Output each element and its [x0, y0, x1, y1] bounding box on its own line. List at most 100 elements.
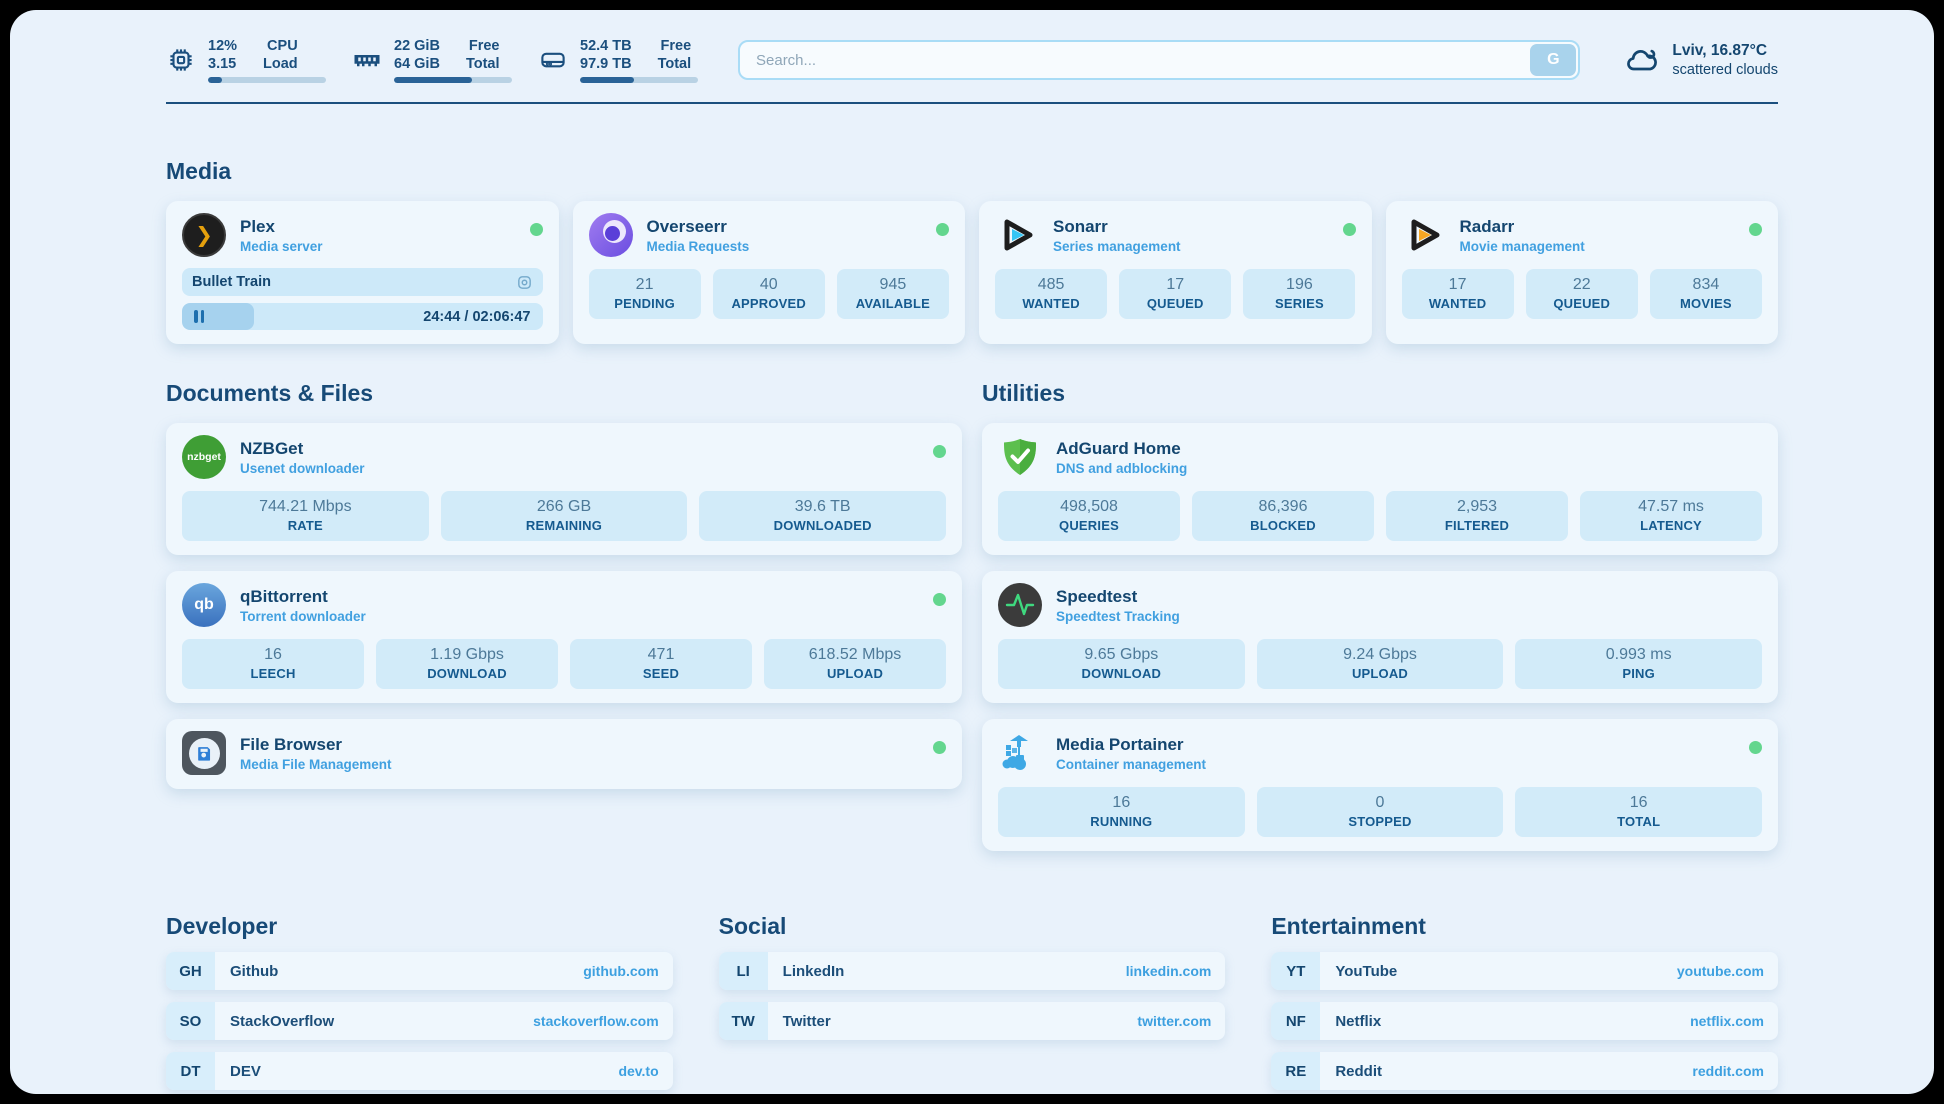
disk-free-label: Free: [661, 37, 692, 55]
cpu-label: CPU: [267, 37, 298, 55]
bookmark-group-entertainment: Entertainment YT YouTube youtube.com NF …: [1271, 913, 1778, 1090]
bookmark-group-developer: Developer GH Github github.com SO StackO…: [166, 913, 673, 1090]
overseerr-icon: [589, 213, 633, 257]
stat-pill: 834MOVIES: [1650, 269, 1762, 319]
ram-free-label: Free: [469, 37, 500, 55]
bookmark-abbr: YT: [1271, 952, 1320, 990]
app-card-overseerr[interactable]: Overseerr Media Requests 21PENDING 40APP…: [573, 201, 966, 344]
speedtest-icon: [998, 583, 1042, 627]
bookmark-url: dev.to: [618, 1063, 658, 1079]
cpu-percent: 12%: [208, 37, 237, 55]
session-settings-icon[interactable]: [516, 274, 533, 291]
bookmark-group-social: Social LI LinkedIn linkedin.com TW Twitt…: [719, 913, 1226, 1090]
ram-progress-bar: [394, 77, 512, 83]
bookmark-linkedin[interactable]: LI LinkedIn linkedin.com: [719, 952, 1226, 990]
disk-stat: 52.4 TB 97.9 TB Free Total: [538, 37, 698, 83]
bookmark-github[interactable]: GH Github github.com: [166, 952, 673, 990]
status-dot: [530, 223, 543, 236]
app-subtitle: Media server: [240, 239, 323, 254]
stat-pill: 1.19 GbpsDOWNLOAD: [376, 639, 558, 689]
bookmark-group-title: Entertainment: [1271, 913, 1778, 940]
ram-total-label: Total: [466, 55, 500, 73]
bookmark-name: YouTube: [1335, 963, 1397, 980]
stat-pill: 9.65 GbpsDOWNLOAD: [998, 639, 1245, 689]
search-container: G: [738, 40, 1580, 80]
app-card-speedtest[interactable]: Speedtest Speedtest Tracking 9.65 GbpsDO…: [982, 571, 1778, 703]
top-bar: 12% 3.15 CPU Load: [166, 34, 1778, 86]
bookmark-dev[interactable]: DT DEV dev.to: [166, 1052, 673, 1090]
cpu-progress-bar: [208, 77, 326, 83]
ram-stat: 22 GiB 64 GiB Free Total: [352, 37, 512, 83]
stat-pill: 9.24 GbpsUPLOAD: [1257, 639, 1504, 689]
app-subtitle: Media Requests: [647, 239, 750, 254]
documents-column: Documents & Files nzbget NZBGet Usenet d…: [166, 380, 962, 789]
bookmark-url: youtube.com: [1677, 963, 1764, 979]
status-dot: [1749, 223, 1762, 236]
app-card-qbittorrent[interactable]: qb qBittorrent Torrent downloader 16LEEC…: [166, 571, 962, 703]
section-title-media: Media: [166, 158, 1778, 185]
app-card-nzbget[interactable]: nzbget NZBGet Usenet downloader 744.21 M…: [166, 423, 962, 555]
app-card-filebrowser[interactable]: File Browser Media File Management: [166, 719, 962, 789]
topbar-divider: [166, 102, 1778, 104]
app-card-plex[interactable]: ❯ Plex Media server Bullet Train 24:44 /…: [166, 201, 559, 344]
playback-time: 24:44 / 02:06:47: [423, 309, 530, 325]
stat-pill: 618.52 MbpsUPLOAD: [764, 639, 946, 689]
bookmark-group-title: Social: [719, 913, 1226, 940]
stat-pill: 196SERIES: [1243, 269, 1355, 319]
filebrowser-icon: [182, 731, 226, 775]
app-name: Media Portainer: [1056, 735, 1206, 755]
bookmark-reddit[interactable]: RE Reddit reddit.com: [1271, 1052, 1778, 1090]
app-name: Speedtest: [1056, 587, 1180, 607]
cpu-stat: 12% 3.15 CPU Load: [166, 37, 326, 83]
stat-pill: 266 GBREMAINING: [441, 491, 688, 541]
bookmark-name: StackOverflow: [230, 1013, 334, 1030]
stat-pill: 16LEECH: [182, 639, 364, 689]
bookmark-url: netflix.com: [1690, 1013, 1764, 1029]
stat-pill: 498,508QUERIES: [998, 491, 1180, 541]
portainer-icon: [998, 731, 1042, 775]
plex-icon: ❯: [182, 213, 226, 257]
cpu-icon: [166, 45, 196, 75]
stat-pill: 40APPROVED: [713, 269, 825, 319]
stat-pill: 17WANTED: [1402, 269, 1514, 319]
bookmark-abbr: LI: [719, 952, 768, 990]
search-input[interactable]: [738, 40, 1580, 80]
app-subtitle: Series management: [1053, 239, 1181, 254]
app-name: Plex: [240, 217, 323, 237]
media-grid: ❯ Plex Media server Bullet Train 24:44 /…: [166, 201, 1778, 344]
app-card-portainer[interactable]: Media Portainer Container management 16R…: [982, 719, 1778, 851]
bookmark-url: linkedin.com: [1126, 963, 1212, 979]
two-column-section: Documents & Files nzbget NZBGet Usenet d…: [166, 380, 1778, 851]
search-engine-button[interactable]: G: [1530, 44, 1576, 76]
bookmark-youtube[interactable]: YT YouTube youtube.com: [1271, 952, 1778, 990]
radarr-icon: [1402, 213, 1446, 257]
weather-location: Lviv, 16.87°C: [1672, 41, 1778, 61]
status-dot: [933, 741, 946, 754]
bookmark-name: DEV: [230, 1063, 261, 1080]
stat-pill: 16TOTAL: [1515, 787, 1762, 837]
app-name: File Browser: [240, 735, 392, 755]
app-card-radarr[interactable]: Radarr Movie management 17WANTED 22QUEUE…: [1386, 201, 1779, 344]
section-title-documents: Documents & Files: [166, 380, 962, 407]
playback-progress-bar: 24:44 / 02:06:47: [182, 303, 543, 330]
stat-pill: 471SEED: [570, 639, 752, 689]
bookmark-name: Reddit: [1335, 1063, 1382, 1080]
cloud-icon: [1624, 42, 1660, 78]
app-name: NZBGet: [240, 439, 365, 459]
bookmark-name: Netflix: [1335, 1013, 1381, 1030]
app-name: Sonarr: [1053, 217, 1181, 237]
app-subtitle: DNS and adblocking: [1056, 461, 1187, 476]
disk-total-label: Total: [658, 55, 692, 73]
app-card-adguard[interactable]: AdGuard Home DNS and adblocking 498,508Q…: [982, 423, 1778, 555]
app-name: Overseerr: [647, 217, 750, 237]
status-dot: [1749, 741, 1762, 754]
bookmark-name: Twitter: [783, 1013, 831, 1030]
bookmark-twitter[interactable]: TW Twitter twitter.com: [719, 1002, 1226, 1040]
bookmark-stackoverflow[interactable]: SO StackOverflow stackoverflow.com: [166, 1002, 673, 1040]
ram-total-value: 64 GiB: [394, 55, 440, 73]
now-playing-row: Bullet Train: [182, 268, 543, 296]
weather-widget: Lviv, 16.87°C scattered clouds: [1624, 41, 1778, 80]
stat-pill: 17QUEUED: [1119, 269, 1231, 319]
bookmark-netflix[interactable]: NF Netflix netflix.com: [1271, 1002, 1778, 1040]
app-card-sonarr[interactable]: Sonarr Series management 485WANTED 17QUE…: [979, 201, 1372, 344]
